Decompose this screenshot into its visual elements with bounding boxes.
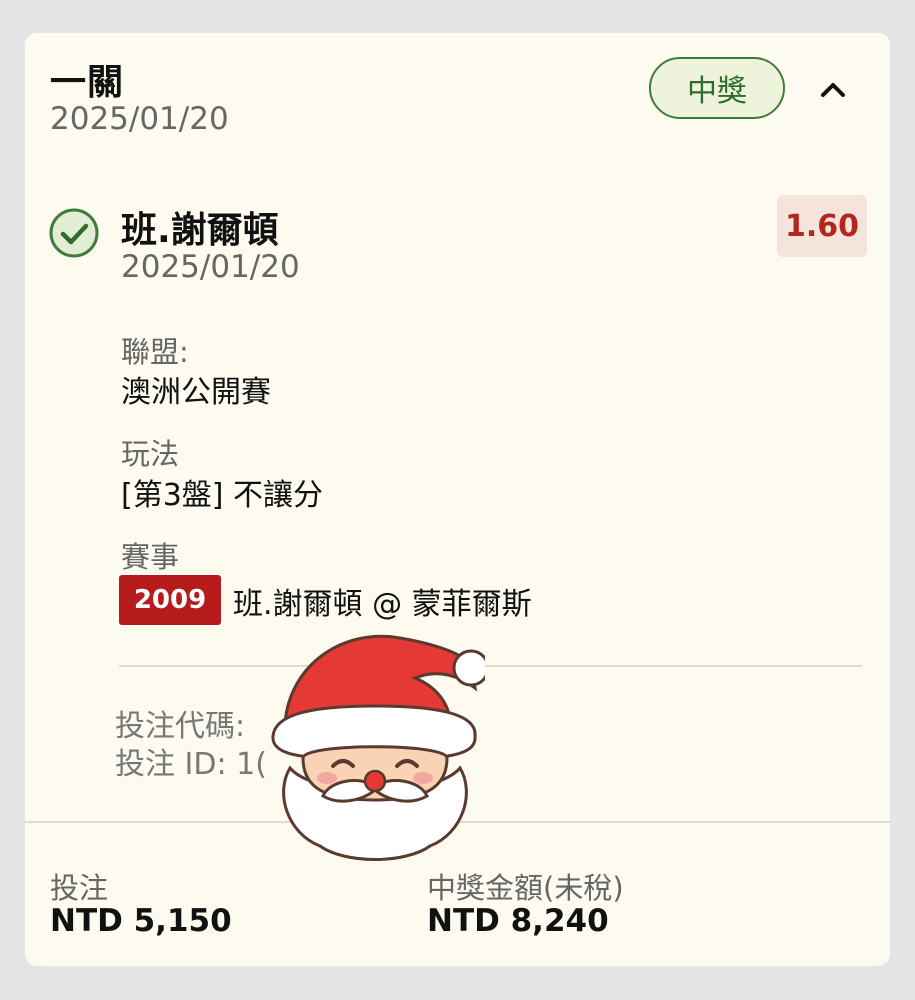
bet-card: 一關 2025/01/20 中獎 班.謝爾頓 2025/01/20 1.60 聯…	[25, 33, 890, 966]
event-teams: 班.謝爾頓 @ 蒙菲爾斯	[233, 587, 532, 622]
market-label: 玩法	[121, 437, 180, 471]
bet-type-title: 一關	[50, 62, 125, 103]
check-circle-icon	[49, 208, 99, 258]
odds-badge: 1.60	[777, 195, 867, 257]
bet-id-label: 投注 ID: 1(	[115, 747, 267, 782]
divider	[119, 665, 862, 667]
bet-date: 2025/01/20	[50, 101, 229, 137]
stake-value: NTD 5,150	[50, 903, 232, 939]
selection-date: 2025/01/20	[121, 249, 300, 285]
collapse-button[interactable]	[813, 69, 853, 109]
selection-name: 班.謝爾頓	[121, 210, 279, 251]
event-code-badge: 2009	[119, 575, 221, 625]
stake-label: 投注	[50, 871, 109, 905]
chevron-up-icon	[821, 83, 845, 97]
status-badge: 中獎	[649, 57, 785, 119]
market-value: [第3盤] 不讓分	[121, 478, 324, 513]
payout-value: NTD 8,240	[427, 903, 609, 939]
league-label: 聯盟:	[121, 335, 189, 369]
payout-label: 中獎金額(未稅)	[427, 871, 624, 905]
event-label: 賽事	[121, 540, 180, 574]
santa-sticker	[271, 634, 485, 861]
league-value: 澳洲公開賽	[121, 375, 271, 410]
